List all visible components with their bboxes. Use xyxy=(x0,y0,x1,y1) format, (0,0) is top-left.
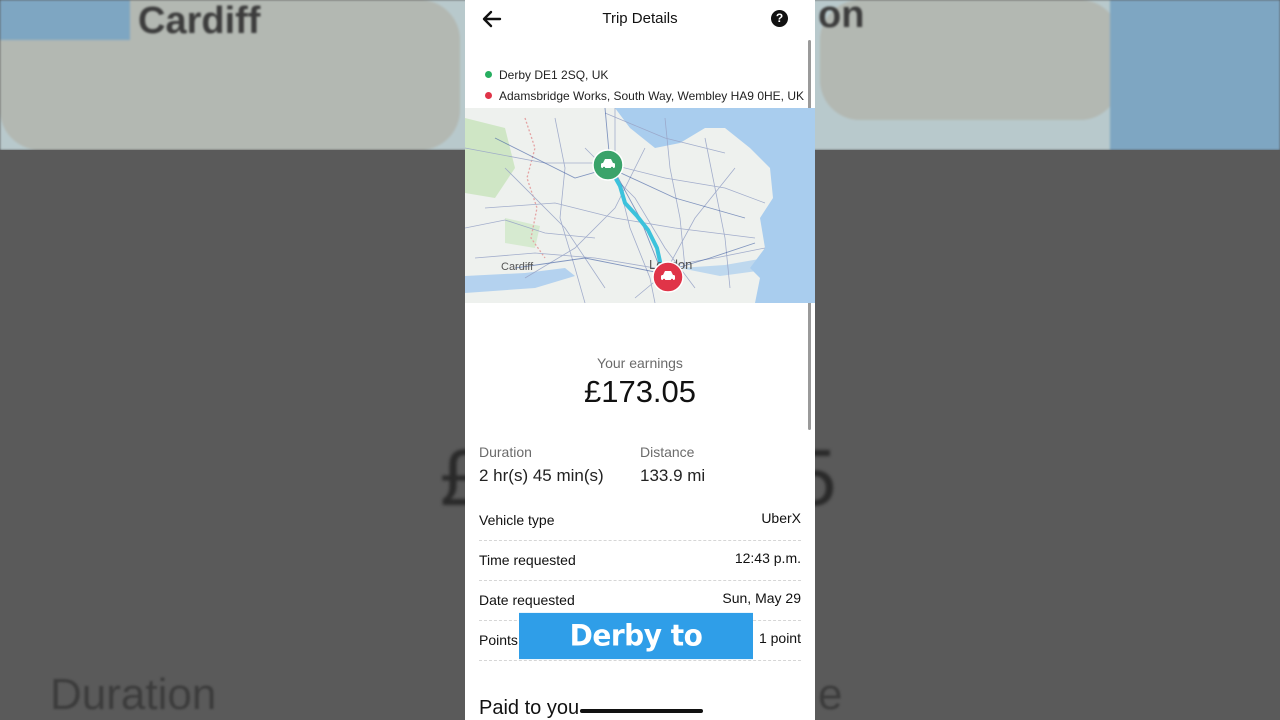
detail-value: UberX xyxy=(761,510,801,526)
map-label-cardiff: Cardiff xyxy=(501,261,534,273)
detail-value: 12:43 p.m. xyxy=(734,550,801,566)
dropoff-location: Adamsbridge Works, South Way, Wembley HA… xyxy=(485,89,804,103)
pickup-address: Derby DE1 2SQ, UK xyxy=(499,68,609,82)
paid-to-you-heading: Paid to you xyxy=(479,697,580,719)
duration-value: 2 hr(s) 45 min(s) xyxy=(479,466,604,485)
background-bottom-left: Duration xyxy=(50,670,217,719)
pickup-dot-icon xyxy=(485,71,492,78)
video-caption: Derby to wembley xyxy=(519,612,753,699)
detail-value: 1 point xyxy=(758,630,801,646)
page-title: Trip Details xyxy=(602,10,678,27)
background-city-right: on xyxy=(818,0,865,36)
background-bottom-right: e xyxy=(818,670,843,719)
pickup-marker[interactable] xyxy=(592,149,624,181)
dropoff-address: Adamsbridge Works, South Way, Wembley HA… xyxy=(499,89,804,103)
question-circle-icon: ? xyxy=(775,11,784,25)
detail-label: Time requested xyxy=(479,552,576,568)
earnings-label: Your earnings xyxy=(597,355,683,371)
earnings-value: £173.05 xyxy=(583,374,697,409)
help-button[interactable]: ? xyxy=(771,10,788,27)
detail-value: Sun, May 29 xyxy=(722,590,801,606)
distance-value: 133.9 mi xyxy=(640,466,706,485)
distance-label: Distance xyxy=(640,444,695,460)
app-header: Trip Details ? xyxy=(465,0,815,40)
duration-label: Duration xyxy=(479,444,532,460)
detail-label: Points xyxy=(479,632,518,648)
home-indicator[interactable] xyxy=(580,709,703,713)
map-graphic: Cardiff London xyxy=(465,108,815,303)
detail-row-time-requested: Time requested 12:43 p.m. xyxy=(479,540,801,581)
detail-row-vehicle-type: Vehicle type UberX xyxy=(479,500,801,541)
trip-map[interactable]: Cardiff London xyxy=(465,108,815,303)
detail-label: Vehicle type xyxy=(479,512,555,528)
detail-label: Date requested xyxy=(479,592,575,608)
pickup-location: Derby DE1 2SQ, UK xyxy=(485,68,608,82)
background-city-left: Cardiff xyxy=(138,0,261,42)
dropoff-dot-icon xyxy=(485,92,492,99)
dropoff-marker[interactable] xyxy=(652,261,684,293)
